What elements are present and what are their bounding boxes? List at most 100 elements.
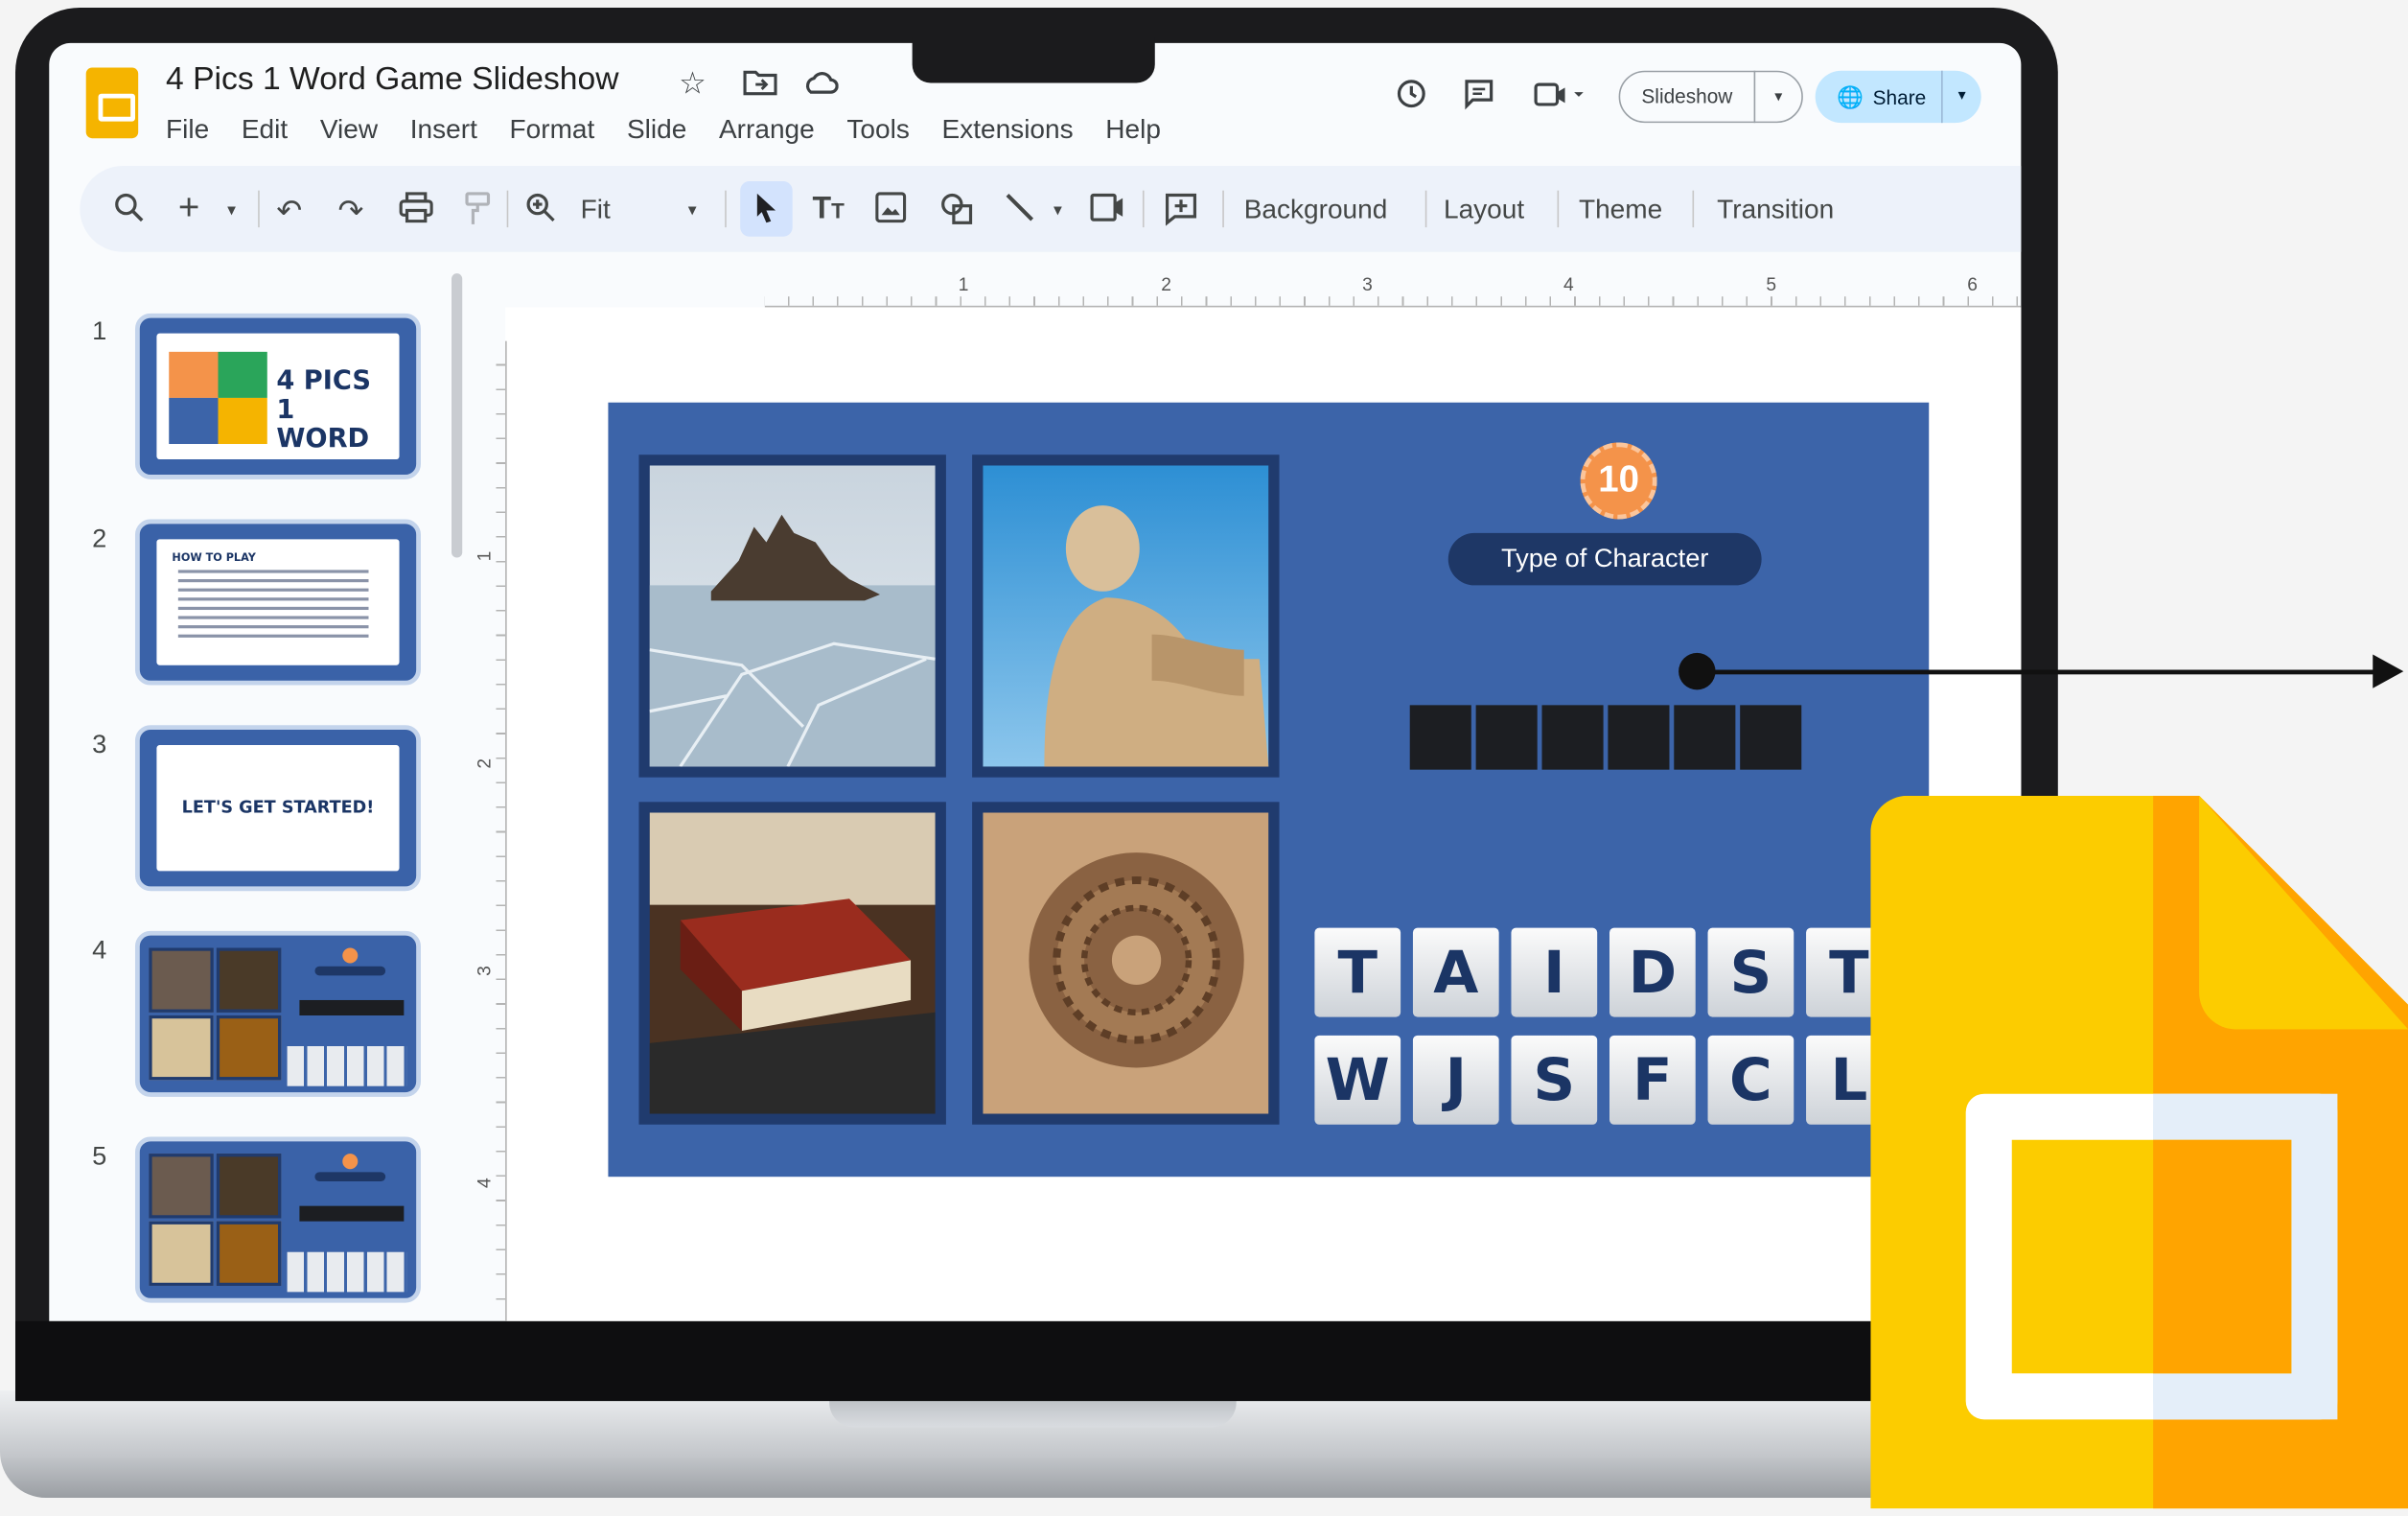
cloud-saved-icon[interactable]: [801, 67, 839, 104]
star-icon[interactable]: ☆: [679, 64, 706, 103]
picture-thinker-statue[interactable]: [972, 455, 1280, 778]
zoom-dropdown-icon[interactable]: ▾: [688, 199, 697, 220]
search-menus-icon[interactable]: [114, 192, 145, 232]
select-cursor-icon[interactable]: [754, 192, 779, 235]
menu-extensions[interactable]: Extensions: [941, 114, 1073, 147]
slide-number: 3: [92, 729, 107, 759]
print-icon[interactable]: [399, 192, 433, 232]
line-dropdown-icon[interactable]: ▾: [1054, 199, 1062, 220]
meet-camera-icon[interactable]: [1533, 80, 1585, 120]
answer-box[interactable]: [1475, 705, 1538, 770]
letter-tile[interactable]: J: [1412, 1035, 1499, 1125]
slideshow-dropdown-icon[interactable]: ▾: [1755, 88, 1801, 105]
version-history-icon[interactable]: [1395, 77, 1428, 120]
text-box-icon[interactable]: TT: [813, 192, 845, 227]
comments-icon[interactable]: [1462, 77, 1495, 120]
ruler-label: 1: [958, 273, 969, 295]
menu-insert[interactable]: Insert: [410, 114, 477, 147]
ruler-label: 3: [1362, 273, 1373, 295]
transition-button[interactable]: Transition: [1717, 194, 1834, 226]
theme-button[interactable]: Theme: [1579, 194, 1662, 226]
insert-video-icon[interactable]: [1090, 192, 1123, 232]
shape-icon[interactable]: [939, 192, 973, 235]
toolbar-divider: [1142, 190, 1145, 228]
answer-box[interactable]: [1674, 705, 1736, 770]
zoom-icon[interactable]: [525, 192, 556, 232]
menu-help[interactable]: Help: [1105, 114, 1161, 147]
ruler-label: 6: [1967, 273, 1979, 295]
menu-arrange[interactable]: Arrange: [719, 114, 815, 147]
hint-label: Type of Character: [1447, 532, 1762, 586]
letter-tile[interactable]: I: [1511, 927, 1598, 1017]
menu-view[interactable]: View: [320, 114, 378, 147]
slideshow-button[interactable]: Slideshow ▾: [1618, 70, 1803, 124]
move-folder-icon[interactable]: [743, 67, 777, 104]
pointer-arrow-line: [1697, 669, 2376, 675]
letter-tile[interactable]: T: [1314, 927, 1401, 1017]
new-slide-dropdown-icon[interactable]: ▾: [227, 199, 236, 220]
letter-tile[interactable]: C: [1707, 1035, 1794, 1125]
slideshow-label: Slideshow: [1620, 70, 1756, 124]
line-icon[interactable]: [1005, 192, 1035, 232]
thumb-title: HOW TO PLAY: [172, 551, 256, 564]
ruler-label: 2: [1161, 273, 1171, 295]
letter-tile[interactable]: D: [1609, 927, 1696, 1017]
level-badge: 10: [1580, 442, 1657, 520]
menu-format[interactable]: Format: [510, 114, 595, 147]
menu-slide[interactable]: Slide: [627, 114, 686, 147]
share-label: Share: [1872, 84, 1927, 108]
menu-edit[interactable]: Edit: [242, 114, 288, 147]
layout-button[interactable]: Layout: [1444, 194, 1524, 226]
toolbar-divider: [1557, 190, 1560, 228]
slide-thumbnail-2[interactable]: HOW TO PLAY: [134, 519, 421, 686]
slide-number: 1: [92, 316, 107, 346]
document-title[interactable]: 4 Pics 1 Word Game Slideshow: [166, 61, 618, 98]
paint-format-icon[interactable]: [464, 192, 492, 235]
slide-number: 4: [92, 935, 107, 966]
google-slides-logo-icon: [1870, 795, 2408, 1509]
answer-box[interactable]: [1608, 705, 1670, 770]
letter-tile[interactable]: S: [1511, 1035, 1598, 1125]
pointer-arrow-dot: [1679, 652, 1716, 690]
ruler-label: 4: [1563, 273, 1574, 295]
slide-thumbnail-5[interactable]: [134, 1136, 421, 1303]
toolbar-divider: [1692, 190, 1695, 228]
slide-number: 5: [92, 1141, 107, 1171]
picture-old-book[interactable]: [638, 802, 946, 1125]
ruler-label: 4: [473, 1178, 496, 1188]
undo-icon[interactable]: ↶: [276, 192, 302, 230]
filmstrip-scrollbar[interactable]: [452, 273, 463, 558]
slide-number: 2: [92, 524, 107, 553]
insert-image-icon[interactable]: [875, 192, 907, 232]
menu-file[interactable]: File: [166, 114, 209, 147]
answer-box[interactable]: [1740, 705, 1802, 770]
share-button[interactable]: 🌐 Share ▾: [1815, 70, 1981, 124]
picture-ammonite-fossil[interactable]: [972, 802, 1280, 1125]
background-button[interactable]: Background: [1244, 194, 1388, 226]
slide-thumbnail-3[interactable]: LET'S GET STARTED!: [134, 725, 421, 892]
menu-tools[interactable]: Tools: [846, 114, 909, 147]
redo-icon[interactable]: ↷: [337, 192, 363, 230]
picture-frozen-lake[interactable]: [638, 455, 946, 778]
slide-thumbnail-1[interactable]: 4 PICS 1 WORD: [134, 313, 421, 479]
letter-tile[interactable]: A: [1412, 927, 1499, 1017]
slide-thumbnail-4[interactable]: [134, 930, 421, 1097]
laptop-chin: [15, 1320, 2027, 1402]
new-slide-icon[interactable]: +: [178, 187, 199, 230]
letter-tile[interactable]: F: [1609, 1035, 1696, 1125]
slides-logo-icon[interactable]: [85, 67, 139, 139]
camera-notch: [912, 36, 1155, 83]
add-comment-icon[interactable]: [1164, 192, 1197, 235]
toolbar-divider: [725, 190, 727, 228]
ruler-label: 3: [473, 966, 496, 976]
letter-tile[interactable]: W: [1314, 1035, 1401, 1125]
answer-box[interactable]: [1409, 705, 1471, 770]
vertical-ruler: [485, 340, 507, 1321]
toolbar-divider: [258, 190, 260, 228]
horizontal-ruler: [764, 273, 2022, 308]
zoom-select[interactable]: Fit: [581, 194, 611, 226]
pointer-arrowhead: [2373, 654, 2404, 688]
answer-box[interactable]: [1541, 705, 1604, 770]
share-dropdown-icon[interactable]: ▾: [1941, 70, 1981, 124]
letter-tile[interactable]: S: [1707, 927, 1794, 1017]
